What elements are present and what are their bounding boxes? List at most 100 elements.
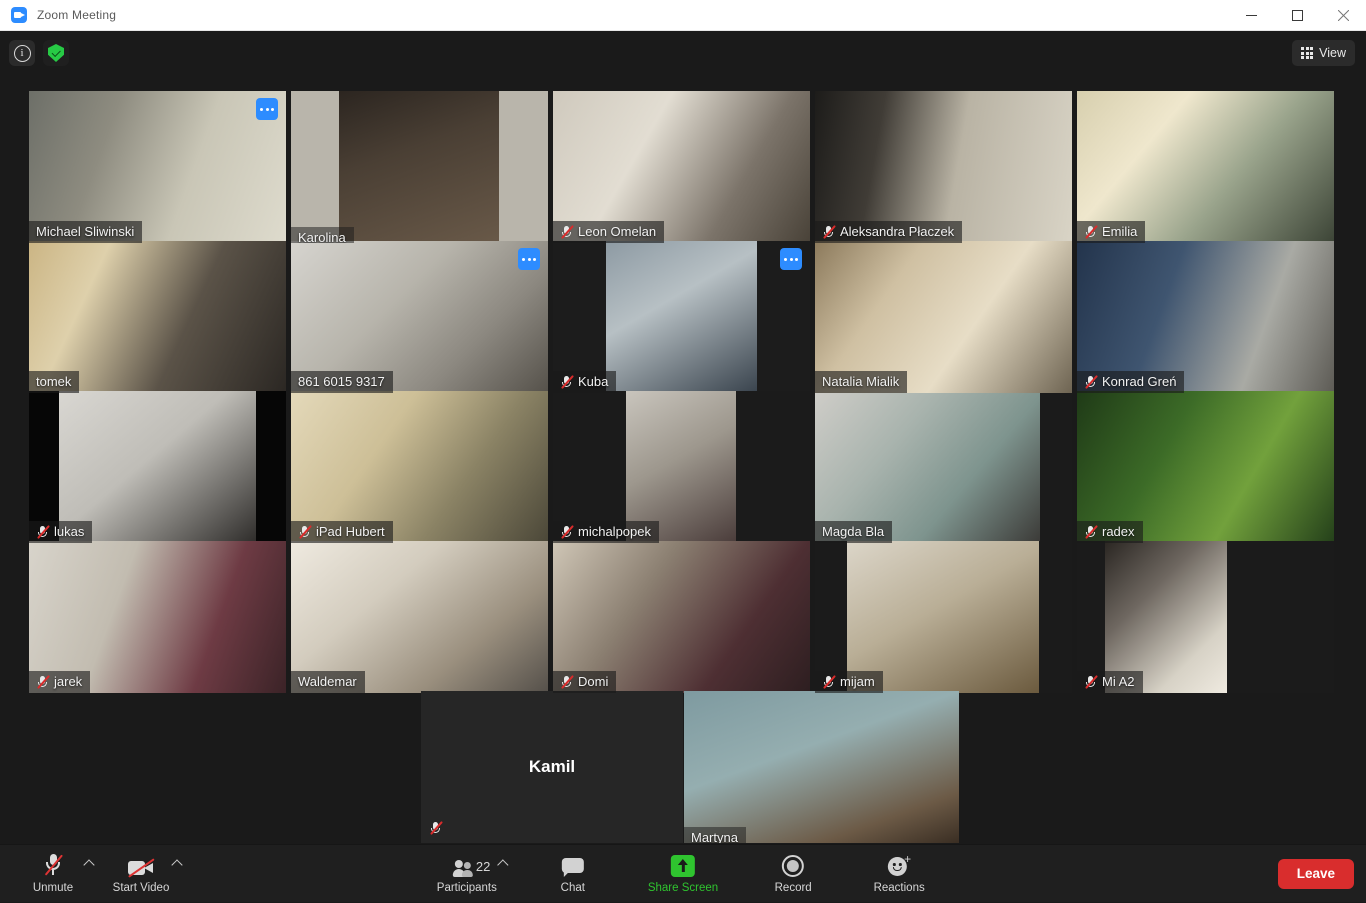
participant-tile[interactable]: Magda Bla — [815, 391, 1072, 543]
info-icon: i — [14, 45, 31, 62]
participants-count: 22 — [476, 859, 490, 874]
participant-tile[interactable]: Michael Sliwinski — [29, 91, 286, 243]
participants-button[interactable]: 22 Participants — [436, 845, 498, 903]
participant-video — [684, 691, 959, 843]
participant-tile[interactable]: Konrad Greń — [1077, 241, 1334, 393]
participant-tile[interactable]: Karolina — [291, 91, 548, 243]
microphone-muted-icon — [560, 374, 573, 389]
microphone-muted-icon — [822, 674, 835, 689]
participant-display-name: Waldemar — [298, 674, 357, 689]
participant-display-name: Mi A2 — [1102, 674, 1135, 689]
chat-button-label: Chat — [561, 882, 585, 894]
encryption-status-button[interactable] — [43, 40, 69, 66]
meeting-topbar: i View — [0, 31, 1366, 75]
participants-options-chevron-icon[interactable] — [497, 859, 508, 870]
participant-video — [291, 91, 548, 243]
participant-tile[interactable]: Natalia Mialik — [815, 241, 1072, 393]
participant-display-name: lukas — [54, 524, 84, 539]
participant-display-name: radex — [1102, 524, 1135, 539]
window-title: Zoom Meeting — [37, 8, 116, 22]
participant-tile[interactable]: lukas — [29, 391, 286, 543]
view-button[interactable]: View — [1292, 40, 1355, 66]
participant-display-name: mijam — [840, 674, 875, 689]
participant-display-name: Kuba — [578, 374, 608, 389]
participant-display-name: iPad Hubert — [316, 524, 385, 539]
participant-tile[interactable]: iPad Hubert — [291, 391, 548, 543]
start-video-button-label: Start Video — [113, 882, 170, 894]
participant-display-name: Aleksandra Płaczek — [840, 224, 954, 239]
smiley-plus-icon: + — [888, 853, 910, 877]
participant-display-name: 861 6015 9317 — [298, 374, 385, 389]
participant-display-name: Martyna — [691, 830, 738, 843]
participant-display-name: Konrad Greń — [1102, 374, 1176, 389]
participant-tile[interactable]: Aleksandra Płaczek — [815, 91, 1072, 243]
participant-name-bar: michalpopek — [553, 521, 659, 543]
microphone-muted-icon — [1084, 374, 1097, 389]
participant-name-bar: jarek — [29, 671, 90, 693]
participant-display-name: Karolina — [298, 230, 346, 243]
participant-name-bar: tomek — [29, 371, 79, 393]
participant-tile[interactable]: 861 6015 9317 — [291, 241, 548, 393]
microphone-muted-icon — [1084, 674, 1097, 689]
share-screen-button[interactable]: Share Screen — [648, 845, 718, 903]
chat-button[interactable]: Chat — [542, 845, 604, 903]
mute-button[interactable]: Unmute — [22, 845, 84, 903]
participant-name-bar: Magda Bla — [815, 521, 892, 543]
participant-gallery: Michael Sliwinski Karolina Leon Omelan Alek… — [0, 87, 1366, 843]
participant-tile[interactable]: Leon Omelan — [553, 91, 810, 243]
participant-tile[interactable]: Kamil — [421, 691, 683, 843]
audio-options-chevron-icon[interactable] — [83, 859, 94, 870]
leave-button-label: Leave — [1297, 866, 1335, 881]
participant-tile[interactable]: jarek — [29, 541, 286, 693]
participant-name-bar: radex — [1077, 521, 1143, 543]
participant-tile[interactable]: Mi A2 — [1077, 541, 1334, 693]
microphone-muted-icon — [822, 224, 835, 239]
video-options-chevron-icon[interactable] — [171, 859, 182, 870]
participant-name-bar: mijam — [815, 671, 883, 693]
participant-display-name: Domi — [578, 674, 608, 689]
participant-name-bar: iPad Hubert — [291, 521, 393, 543]
meeting-info-button[interactable]: i — [9, 40, 35, 66]
tile-more-options-button[interactable] — [256, 98, 278, 120]
microphone-muted-icon — [1084, 524, 1097, 539]
participant-display-name: jarek — [54, 674, 82, 689]
participant-name-bar: Aleksandra Płaczek — [815, 221, 962, 243]
reactions-button[interactable]: + Reactions — [868, 845, 930, 903]
participant-name-bar: Waldemar — [291, 671, 365, 693]
participant-tile[interactable]: radex — [1077, 391, 1334, 543]
participant-tile[interactable]: michalpopek — [553, 391, 810, 543]
maximize-icon[interactable] — [1274, 0, 1320, 31]
participant-display-name: Emilia — [1102, 224, 1137, 239]
toolbar-center-group: 22 Participants Chat Share Screen Record — [436, 845, 930, 903]
share-arrow-icon — [671, 853, 695, 877]
shield-check-icon — [48, 44, 64, 62]
participant-tile[interactable]: Waldemar — [291, 541, 548, 693]
close-icon[interactable] — [1320, 0, 1366, 31]
participant-tile[interactable]: tomek — [29, 241, 286, 393]
record-button[interactable]: Record — [762, 845, 824, 903]
participant-name-bar: Konrad Greń — [1077, 371, 1184, 393]
chat-bubble-icon — [562, 853, 584, 877]
participant-name-bar: Karolina — [291, 227, 354, 243]
tile-more-options-button[interactable] — [518, 248, 540, 270]
reactions-button-label: Reactions — [874, 882, 925, 894]
participant-tile[interactable]: Domi — [553, 541, 810, 693]
share-screen-button-label: Share Screen — [648, 882, 718, 894]
participant-name-bar: Domi — [553, 671, 616, 693]
participant-tile[interactable]: Kuba — [553, 241, 810, 393]
microphone-muted-icon — [44, 853, 62, 877]
people-icon: 22 — [454, 853, 480, 877]
microphone-muted-icon — [560, 524, 573, 539]
camera-off-icon — [128, 853, 154, 877]
leave-button[interactable]: Leave — [1278, 859, 1354, 889]
participant-name-bar: Natalia Mialik — [815, 371, 907, 393]
tile-more-options-button[interactable] — [780, 248, 802, 270]
start-video-button[interactable]: Start Video — [110, 845, 172, 903]
mute-button-label: Unmute — [33, 882, 73, 894]
minimize-icon[interactable] — [1228, 0, 1274, 31]
participant-tile[interactable]: Martyna — [684, 691, 959, 843]
microphone-muted-icon — [36, 524, 49, 539]
microphone-muted-icon — [298, 524, 311, 539]
participant-tile[interactable]: Emilia — [1077, 91, 1334, 243]
participant-tile[interactable]: mijam — [815, 541, 1072, 693]
